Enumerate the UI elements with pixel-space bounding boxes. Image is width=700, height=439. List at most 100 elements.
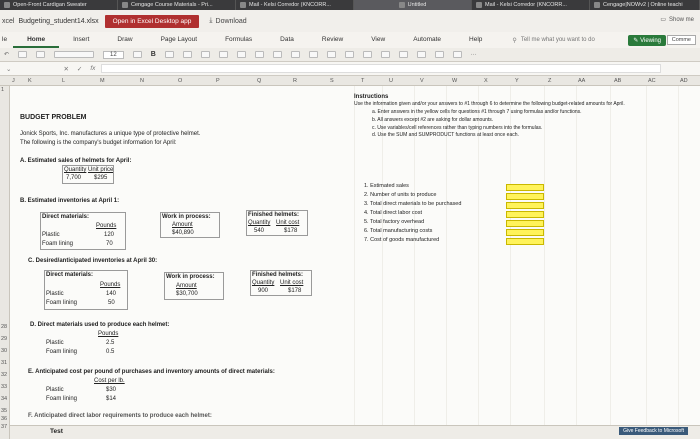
answer-cell-5[interactable] (506, 220, 544, 227)
column-header-u[interactable]: U (389, 78, 393, 84)
name-box-chevron-icon[interactable]: ⌄ (6, 65, 11, 73)
row-number[interactable]: 37 (1, 424, 7, 430)
font-grow-icon[interactable] (132, 51, 142, 58)
row-number[interactable]: 34 (1, 396, 7, 402)
insert-cells-icon[interactable] (380, 51, 390, 58)
section-c-wip-label: Work in process: (166, 274, 215, 280)
answer-cell-7[interactable] (506, 238, 544, 245)
browser-tab-cardigan[interactable]: Open-Front Cardigan Sweater (0, 0, 118, 10)
instructions-line-1: Use the information given and/or your an… (354, 101, 625, 107)
column-header-x[interactable]: X (484, 78, 488, 84)
column-header: J K L M N O P Q R S T U V W X Y Z AA AB … (0, 76, 700, 86)
column-header-q[interactable]: Q (257, 78, 261, 84)
paste-icon[interactable] (36, 51, 46, 58)
row-number[interactable]: 1 (1, 87, 4, 93)
row-number[interactable]: 32 (1, 372, 7, 378)
tell-me-search[interactable]: ⚲ Tell me what you want to do (512, 37, 622, 44)
column-header-t[interactable]: T (361, 78, 364, 84)
tab-insert[interactable]: Insert (59, 32, 103, 48)
section-b-plastic-value: 120 (104, 232, 115, 238)
answer-cell-3[interactable] (506, 202, 544, 209)
column-header-ac[interactable]: AC (648, 78, 656, 84)
cell-styles-icon[interactable] (362, 51, 372, 58)
tab-view[interactable]: View (357, 32, 399, 48)
column-header-w[interactable]: W (452, 78, 457, 84)
align-center-icon[interactable] (254, 51, 264, 58)
row-number[interactable]: 30 (1, 348, 7, 354)
browser-tab-cengage[interactable]: Cengage Course Materials - Pri... (118, 0, 236, 10)
column-header-j[interactable]: J (12, 78, 15, 84)
column-header-n[interactable]: N (140, 78, 144, 84)
number-format-icon[interactable] (308, 51, 318, 58)
tab-automate[interactable]: Automate (399, 32, 455, 48)
row-number[interactable]: 36 (1, 416, 7, 422)
tab-file[interactable]: le (0, 32, 13, 48)
cancel-icon[interactable]: ✕ (63, 65, 68, 73)
tab-review[interactable]: Review (308, 32, 357, 48)
answer-cell-1[interactable] (506, 184, 544, 191)
find-icon[interactable] (452, 51, 462, 58)
bold-button[interactable]: B (151, 51, 156, 58)
sort-filter-icon[interactable] (434, 51, 444, 58)
delete-cells-icon[interactable] (398, 51, 408, 58)
column-header-m[interactable]: M (100, 78, 105, 84)
row-number[interactable]: 31 (1, 360, 7, 366)
fill-color-icon[interactable] (182, 51, 192, 58)
column-header-z[interactable]: Z (548, 78, 551, 84)
tab-data[interactable]: Data (266, 32, 308, 48)
row-number[interactable]: 28 (1, 324, 7, 330)
column-header-o[interactable]: O (178, 78, 182, 84)
answer-cell-6[interactable] (506, 229, 544, 236)
wrap-text-icon[interactable] (272, 51, 282, 58)
answer-cell-2[interactable] (506, 193, 544, 200)
borders-icon[interactable] (164, 51, 174, 58)
formula-input[interactable] (101, 64, 662, 73)
column-header-k[interactable]: K (28, 78, 32, 84)
column-header-p[interactable]: P (216, 78, 220, 84)
feedback-button[interactable]: Give Feedback to Microsoft (619, 427, 688, 435)
column-header-l[interactable]: L (62, 78, 65, 84)
comments-button[interactable]: Comme (666, 35, 696, 45)
browser-tab-untitled[interactable]: Untitled (354, 0, 472, 10)
open-in-desktop-button[interactable]: Open in Excel Desktop app (104, 14, 200, 28)
sheet-tab-test[interactable]: Test (50, 428, 63, 435)
tab-draw[interactable]: Draw (103, 32, 146, 48)
tab-formulas[interactable]: Formulas (211, 32, 266, 48)
column-header-v[interactable]: V (420, 78, 424, 84)
confirm-icon[interactable]: ✓ (77, 65, 82, 73)
font-color-icon[interactable] (200, 51, 210, 58)
column-header-y[interactable]: Y (515, 78, 519, 84)
download-button[interactable]: ⤓ Download (209, 17, 246, 25)
column-header-s[interactable]: S (330, 78, 334, 84)
more-font-icon[interactable] (218, 51, 228, 58)
fx-icon[interactable]: fx (90, 65, 95, 72)
browser-tab-cengage-now[interactable]: Cengage|NOWv2 | Online teachi (590, 0, 700, 10)
tab-page-layout[interactable]: Page Layout (147, 32, 212, 48)
tab-help[interactable]: Help (455, 32, 496, 48)
more-options-icon[interactable]: ··· (471, 52, 477, 58)
column-header-aa[interactable]: AA (578, 78, 585, 84)
align-left-icon[interactable] (236, 51, 246, 58)
section-d-foam-value: 0.5 (106, 349, 115, 355)
font-name-select[interactable] (54, 51, 95, 58)
viewing-mode-button[interactable]: ✎ Viewing (628, 34, 667, 46)
tab-home[interactable]: Home (13, 32, 60, 48)
show-me-button[interactable]: ▭ Show me (660, 16, 694, 24)
browser-tab-mail-2[interactable]: Mail - Kelsi Corredor (KNCORR... (472, 0, 590, 10)
column-header-ad[interactable]: AD (680, 78, 688, 84)
clipboard-icon[interactable] (18, 51, 28, 58)
column-header-r[interactable]: R (293, 78, 297, 84)
merge-icon[interactable] (290, 51, 300, 58)
worksheet-grid[interactable]: BUDGET PROBLEM Jonick Sports, Inc. manuf… (10, 86, 700, 439)
column-header-ab[interactable]: AB (614, 78, 621, 84)
row-number[interactable]: 33 (1, 384, 7, 390)
row-number[interactable]: 29 (1, 336, 7, 342)
row-number[interactable]: 35 (1, 408, 7, 414)
table-format-icon[interactable] (344, 51, 354, 58)
undo-icon[interactable]: ↶ (4, 51, 9, 58)
font-size-select[interactable]: 12 (103, 50, 124, 59)
answer-cell-4[interactable] (506, 211, 544, 218)
conditional-format-icon[interactable] (326, 51, 336, 58)
sum-icon[interactable] (416, 51, 426, 58)
browser-tab-mail-1[interactable]: Mail - Kelsi Corredor (KNCORR... (236, 0, 354, 10)
